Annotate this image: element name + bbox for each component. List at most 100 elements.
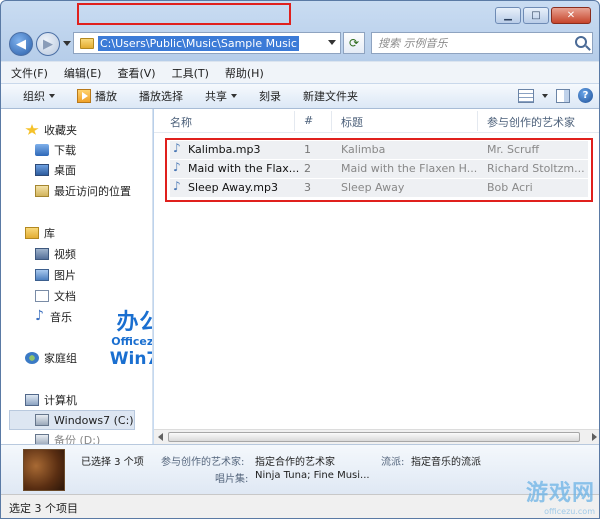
selected-files-highlight [165, 138, 593, 202]
chevron-down-icon [49, 94, 55, 98]
nav-label: 图片 [54, 269, 76, 282]
album-label: 唱片集: [215, 474, 249, 485]
caption-buttons: ▁ □ ✕ [495, 7, 591, 24]
artist-value[interactable]: 指定合作的艺术家 [255, 453, 335, 468]
play-selection-label: 播放选择 [139, 90, 183, 103]
recent-pages-dropdown[interactable] [63, 41, 71, 46]
nav-label: 视频 [54, 248, 76, 261]
nav-libraries[interactable]: 库 [25, 224, 55, 242]
maximize-button[interactable]: □ [523, 7, 549, 24]
menu-edit[interactable]: 编辑(E) [64, 65, 102, 81]
nav-label: 备份 (D:) [54, 434, 101, 444]
column-divider[interactable] [331, 111, 332, 131]
watermark-line3: Win7教程 [109, 349, 152, 369]
nav-label: 库 [44, 227, 55, 240]
nav-documents[interactable]: 文档 [35, 287, 76, 305]
nav-label: 音乐 [50, 311, 72, 324]
menu-tools[interactable]: 工具(T) [172, 65, 209, 81]
videos-icon [35, 248, 49, 260]
address-path[interactable]: C:\Users\Public\Music\Sample Music [98, 35, 299, 51]
refresh-button[interactable]: ⟳ [343, 32, 365, 54]
preview-pane-icon[interactable] [556, 88, 570, 103]
documents-icon [35, 290, 49, 302]
help-icon[interactable]: ? [578, 88, 593, 103]
forward-button[interactable]: ▶ [36, 32, 60, 56]
organize-label: 组织 [23, 90, 45, 103]
folder-icon [80, 37, 94, 49]
organize-button[interactable]: 组织 [23, 88, 55, 104]
artist-label: 参与创作的艺术家: [161, 457, 245, 468]
nav-music[interactable]: 音乐 [35, 308, 72, 326]
view-controls: ? [518, 88, 593, 103]
hard-drive-icon [35, 414, 49, 426]
homegroup-icon [25, 352, 39, 364]
corner-watermark-sub: officezu.com [544, 507, 595, 516]
play-icon [77, 89, 91, 103]
nav-drive-d[interactable]: 备份 (D:) [35, 431, 100, 444]
recent-places-icon [35, 185, 49, 197]
nav-label: Windows7 (C:) [54, 413, 134, 427]
address-highlight [77, 3, 291, 25]
address-dropdown-icon[interactable] [328, 40, 336, 45]
address-row: ◀ ▶ C:\Users\Public\Music\Sample Music ⟳… [1, 29, 599, 59]
watermark-line2: Officezu.com [111, 335, 153, 348]
scroll-left-icon[interactable] [158, 433, 163, 441]
star-icon [25, 124, 39, 135]
search-placeholder: 搜索 示例音乐 [378, 37, 448, 50]
command-bar: 组织 播放 播放选择 共享 刻录 新建文件夹 ? [1, 83, 599, 109]
burn-label: 刻录 [259, 90, 281, 103]
status-bar: 选定 3 个项目 游戏网 officezu.com [1, 481, 599, 518]
refresh-icon: ⟳ [348, 36, 360, 50]
menu-file[interactable]: 文件(F) [11, 65, 48, 81]
minimize-button[interactable]: ▁ [495, 7, 521, 24]
nav-label: 桌面 [54, 164, 76, 177]
address-bar[interactable]: C:\Users\Public\Music\Sample Music [73, 32, 341, 54]
column-artist[interactable]: 参与创作的艺术家 [487, 114, 575, 130]
nav-homegroup[interactable]: 家庭组 [25, 349, 77, 367]
play-button[interactable]: 播放 [77, 88, 117, 104]
search-icon [575, 36, 587, 48]
nav-label: 文档 [54, 290, 76, 303]
menu-bar: 文件(F) 编辑(E) 查看(V) 工具(T) 帮助(H) [1, 61, 599, 83]
column-divider[interactable] [294, 111, 295, 131]
nav-drive-c[interactable]: Windows7 (C:) [35, 411, 134, 429]
nav-downloads[interactable]: 下载 [35, 141, 76, 159]
genre-value[interactable]: 指定音乐的流派 [411, 453, 481, 468]
horizontal-scrollbar[interactable] [154, 429, 599, 444]
column-divider[interactable] [477, 111, 478, 131]
computer-icon [25, 394, 39, 406]
details-pane: 已选择 3 个项 参与创作的艺术家: 指定合作的艺术家 流派: 指定音乐的流派 … [1, 444, 599, 494]
navigation-pane: 收藏夹 下载 桌面 最近访问的位置 库 视频 图片 文档 音乐 家庭组 计算机 … [1, 109, 153, 444]
column-title[interactable]: 标题 [341, 114, 363, 130]
nav-label: 收藏夹 [44, 124, 77, 137]
share-button[interactable]: 共享 [205, 88, 237, 104]
selection-count: 已选择 3 个项 [81, 457, 144, 468]
search-input[interactable]: 搜索 示例音乐 [371, 32, 593, 54]
nav-favorites[interactable]: 收藏夹 [25, 121, 77, 139]
scroll-thumb[interactable] [168, 432, 580, 442]
back-button[interactable]: ◀ [9, 32, 33, 56]
nav-computer[interactable]: 计算机 [25, 391, 77, 409]
column-name[interactable]: 名称 [170, 114, 192, 130]
nav-label: 下载 [54, 144, 76, 157]
column-number[interactable]: # [304, 114, 313, 127]
close-button[interactable]: ✕ [551, 7, 591, 24]
play-selection-button[interactable]: 播放选择 [139, 88, 183, 104]
nav-label: 家庭组 [44, 352, 77, 365]
site-watermark: 办公族 Officezu.com Win7教程 [101, 311, 153, 370]
menu-help[interactable]: 帮助(H) [225, 65, 264, 81]
chevron-down-icon[interactable] [542, 93, 548, 98]
burn-button[interactable]: 刻录 [259, 88, 281, 104]
downloads-icon [35, 144, 49, 156]
scroll-right-icon[interactable] [592, 433, 597, 441]
nav-pictures[interactable]: 图片 [35, 266, 76, 284]
share-label: 共享 [205, 90, 227, 103]
nav-label: 计算机 [44, 394, 77, 407]
view-options-icon[interactable] [518, 88, 534, 103]
nav-desktop[interactable]: 桌面 [35, 161, 76, 179]
album-value[interactable]: Ninja Tuna; Fine Musi... [255, 470, 370, 481]
menu-view[interactable]: 查看(V) [117, 65, 155, 81]
new-folder-button[interactable]: 新建文件夹 [303, 88, 358, 104]
nav-recent[interactable]: 最近访问的位置 [35, 182, 131, 200]
nav-videos[interactable]: 视频 [35, 245, 76, 263]
